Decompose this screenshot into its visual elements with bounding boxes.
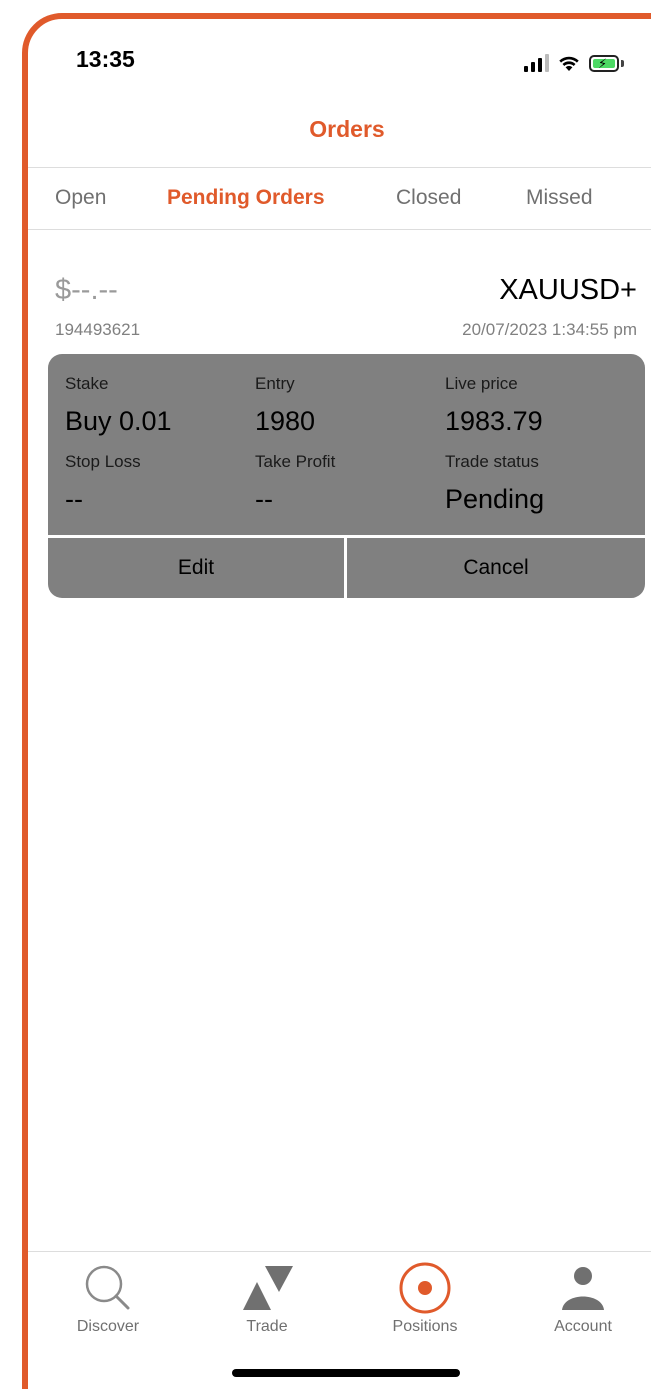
nav-discover-label: Discover <box>76 1318 140 1335</box>
nav-positions-label: Positions <box>392 1318 458 1335</box>
trade-icon <box>243 1266 293 1310</box>
tab-missed[interactable]: Missed <box>526 186 593 210</box>
user-icon <box>562 1267 604 1310</box>
nav-trade-label: Trade <box>246 1318 288 1335</box>
stake-value: Buy 0.01 <box>65 406 172 436</box>
nav-account[interactable]: Account <box>523 1262 643 1336</box>
page-title: Orders <box>309 116 385 142</box>
wifi-icon <box>559 56 579 71</box>
cellular-signal-icon <box>524 54 549 72</box>
battery-charging-icon: ⚡ <box>589 55 619 72</box>
take-profit-value: -- <box>255 484 273 514</box>
trade-status-label: Trade status <box>445 452 539 471</box>
cancel-button[interactable]: Cancel <box>347 538 645 598</box>
nav-account-label: Account <box>554 1318 612 1335</box>
trade-status-value: Pending <box>445 484 545 514</box>
nav-positions[interactable]: Positions <box>365 1262 485 1336</box>
order-id: 194493621 <box>55 320 141 339</box>
order-datetime: 20/07/2023 1:34:55 pm <box>462 320 637 339</box>
edit-button[interactable]: Edit <box>48 538 344 598</box>
status-icons: ⚡ <box>524 50 624 72</box>
stop-loss-label: Stop Loss <box>65 452 141 471</box>
order-symbol: XAUUSD+ <box>499 274 637 306</box>
tab-pending-orders[interactable]: Pending Orders <box>167 186 325 210</box>
device-frame <box>22 13 651 1389</box>
search-icon <box>85 1265 130 1310</box>
battery-tip <box>621 60 624 67</box>
header-divider <box>28 167 651 168</box>
tab-open[interactable]: Open <box>55 186 106 210</box>
home-indicator <box>232 1369 460 1377</box>
order-details-card: Stake Entry Live price Buy 0.01 1980 198… <box>48 354 645 598</box>
tab-closed[interactable]: Closed <box>396 186 461 210</box>
live-price-value: 1983.79 <box>445 406 543 436</box>
entry-value: 1980 <box>255 406 316 436</box>
positions-icon <box>399 1262 451 1314</box>
nav-trade[interactable]: Trade <box>207 1262 327 1336</box>
status-time: 13:35 <box>76 46 135 72</box>
live-price-label: Live price <box>445 374 518 393</box>
entry-label: Entry <box>255 374 295 393</box>
stop-loss-value: -- <box>65 484 83 514</box>
tabbar-divider <box>28 1251 651 1252</box>
take-profit-label: Take Profit <box>255 452 336 471</box>
stake-label: Stake <box>65 374 109 393</box>
order-amount: $--.-- <box>55 274 118 306</box>
tabs-divider <box>28 229 651 230</box>
app-screen: 13:35 ⚡ Orders Open Pending Orders Close… <box>0 0 651 1389</box>
nav-discover[interactable]: Discover <box>48 1262 168 1336</box>
